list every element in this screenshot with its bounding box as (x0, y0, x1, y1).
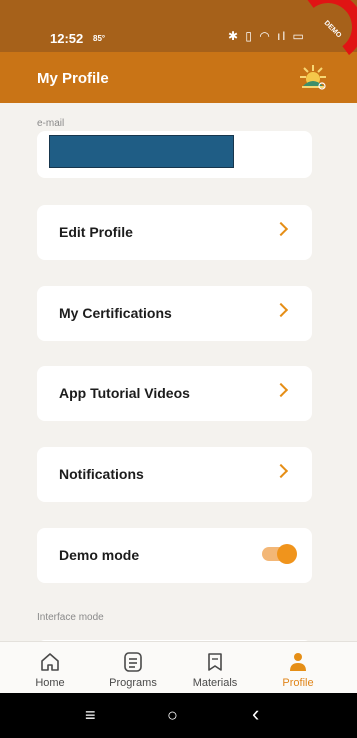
tab-materials[interactable]: Materials (180, 642, 250, 694)
toggle-knob (277, 544, 297, 564)
tab-home-label: Home (35, 677, 65, 689)
edit-profile-row[interactable]: Edit Profile (37, 205, 312, 260)
tab-profile-label: Profile (282, 677, 314, 689)
page-title: My Profile (37, 70, 109, 87)
tab-materials-label: Materials (192, 677, 238, 689)
chevron-right-icon (273, 221, 289, 237)
my-certifications-row[interactable]: My Certifications (37, 286, 312, 341)
home-icon (41, 653, 59, 671)
bottom-tab-bar: Home Programs Materials Profile (0, 641, 357, 693)
tab-programs[interactable]: Programs (98, 642, 168, 694)
my-certifications-label: My Certifications (59, 305, 172, 321)
tab-home[interactable]: Home (15, 642, 85, 694)
email-field (37, 131, 312, 178)
home-button[interactable]: ○ (167, 705, 178, 726)
chevron-right-icon (273, 382, 289, 398)
tab-programs-label: Programs (109, 677, 157, 689)
sun-logo-icon[interactable] (298, 62, 328, 92)
demo-mode-label: Demo mode (59, 547, 140, 563)
email-redacted-block (49, 135, 234, 168)
email-label: e-mail (37, 118, 65, 129)
chevron-right-icon (273, 463, 289, 479)
demo-mode-toggle[interactable] (262, 544, 297, 564)
status-time: 12:52 (50, 31, 84, 46)
app-tutorial-videos-row[interactable]: App Tutorial Videos (37, 366, 312, 421)
app-header: My Profile (0, 52, 357, 103)
notifications-label: Notifications (59, 466, 144, 482)
edit-profile-label: Edit Profile (59, 224, 133, 240)
notifications-row[interactable]: Notifications (37, 447, 312, 502)
back-button[interactable]: ‹ (252, 701, 259, 727)
demo-mode-row: Demo mode (37, 528, 312, 583)
list-icon (124, 652, 142, 672)
interface-mode-label: Interface mode (37, 612, 104, 623)
tab-profile[interactable]: Profile (263, 642, 333, 694)
bookmark-icon (208, 653, 222, 671)
person-icon (290, 653, 306, 671)
recent-apps-button[interactable]: ≡ (85, 705, 96, 726)
status-temperature: 85° (93, 34, 106, 43)
app-tutorial-videos-label: App Tutorial Videos (59, 385, 190, 401)
system-nav-bar: ≡ ○ ‹ (0, 693, 357, 738)
chevron-right-icon (273, 302, 289, 318)
